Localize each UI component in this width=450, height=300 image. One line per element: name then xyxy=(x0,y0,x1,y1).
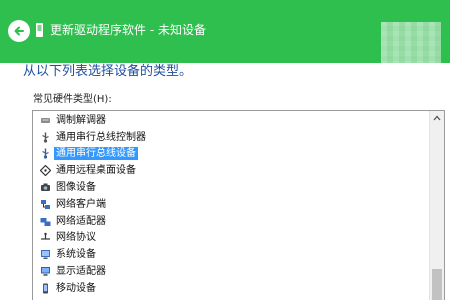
remote-desktop-icon xyxy=(39,165,51,177)
network-adapter-icon xyxy=(39,215,51,227)
list-item-label: 通用远程桌面设备 xyxy=(56,165,136,177)
imaging-device-icon xyxy=(39,182,51,194)
usb-controller-icon xyxy=(39,131,51,143)
unknown-device-icon xyxy=(36,23,43,37)
list-item[interactable]: 图像设备 xyxy=(39,179,429,196)
list-item[interactable]: 通用远程桌面设备 xyxy=(39,162,429,179)
scroll-thumb[interactable] xyxy=(432,269,442,300)
usb-device-icon xyxy=(39,148,51,160)
device-type-list: 调制解调器通用串行总线控制器 通用串行总线设备 通用远程桌面设备 图像设备网络客户端网… xyxy=(39,112,429,297)
chevron-up-icon xyxy=(433,115,441,121)
back-button[interactable] xyxy=(8,20,30,42)
list-item[interactable]: 显示适配器 xyxy=(39,263,429,280)
window-left-edge xyxy=(0,63,13,300)
list-item[interactable]: 系统设备 xyxy=(39,246,429,263)
list-item-label: 图像设备 xyxy=(56,182,96,194)
list-item[interactable]: 网络适配器 xyxy=(39,213,429,230)
list-item[interactable]: 移动设备 xyxy=(39,280,429,297)
network-protocol-icon xyxy=(39,232,51,244)
list-item-label: 调制解调器 xyxy=(56,114,106,126)
network-client-icon xyxy=(39,198,51,210)
list-item-label: 移动设备 xyxy=(56,282,96,294)
back-arrow-icon xyxy=(14,26,24,36)
display-adapter-icon xyxy=(39,266,51,278)
vertical-scrollbar[interactable] xyxy=(429,111,444,300)
list-item[interactable]: 网络客户端 xyxy=(39,196,429,213)
title-bar: 更新驱动程序软件 - 未知设备 xyxy=(0,0,450,66)
list-item-label: 网络协议 xyxy=(56,232,96,244)
list-item-label: 网络客户端 xyxy=(56,198,106,210)
blurred-region xyxy=(381,22,441,66)
list-item[interactable]: 网络协议 xyxy=(39,230,429,247)
hardware-type-listbox[interactable]: 调制解调器通用串行总线控制器 通用串行总线设备 通用远程桌面设备 图像设备网络客户端网… xyxy=(32,110,445,300)
list-item[interactable]: 通用串行总线设备 xyxy=(39,146,429,163)
hardware-type-label: 常见硬件类型(H): xyxy=(33,94,112,105)
mobile-device-icon xyxy=(39,282,51,294)
list-item-label: 网络适配器 xyxy=(56,215,106,227)
list-item-label: 通用串行总线设备 xyxy=(54,147,138,161)
scroll-up-button[interactable] xyxy=(430,111,444,125)
list-item[interactable]: 通用串行总线控制器 xyxy=(39,129,429,146)
system-device-icon xyxy=(39,249,51,261)
list-item[interactable]: 调制解调器 xyxy=(39,112,429,129)
window-title: 更新驱动程序软件 - 未知设备 xyxy=(50,23,206,37)
list-item-label: 通用串行总线控制器 xyxy=(56,131,146,143)
list-item-label: 显示适配器 xyxy=(56,266,106,278)
page-heading: 从以下列表选择设备的类型。 xyxy=(23,64,193,79)
list-item-label: 系统设备 xyxy=(56,249,96,261)
modem-icon xyxy=(39,114,51,126)
